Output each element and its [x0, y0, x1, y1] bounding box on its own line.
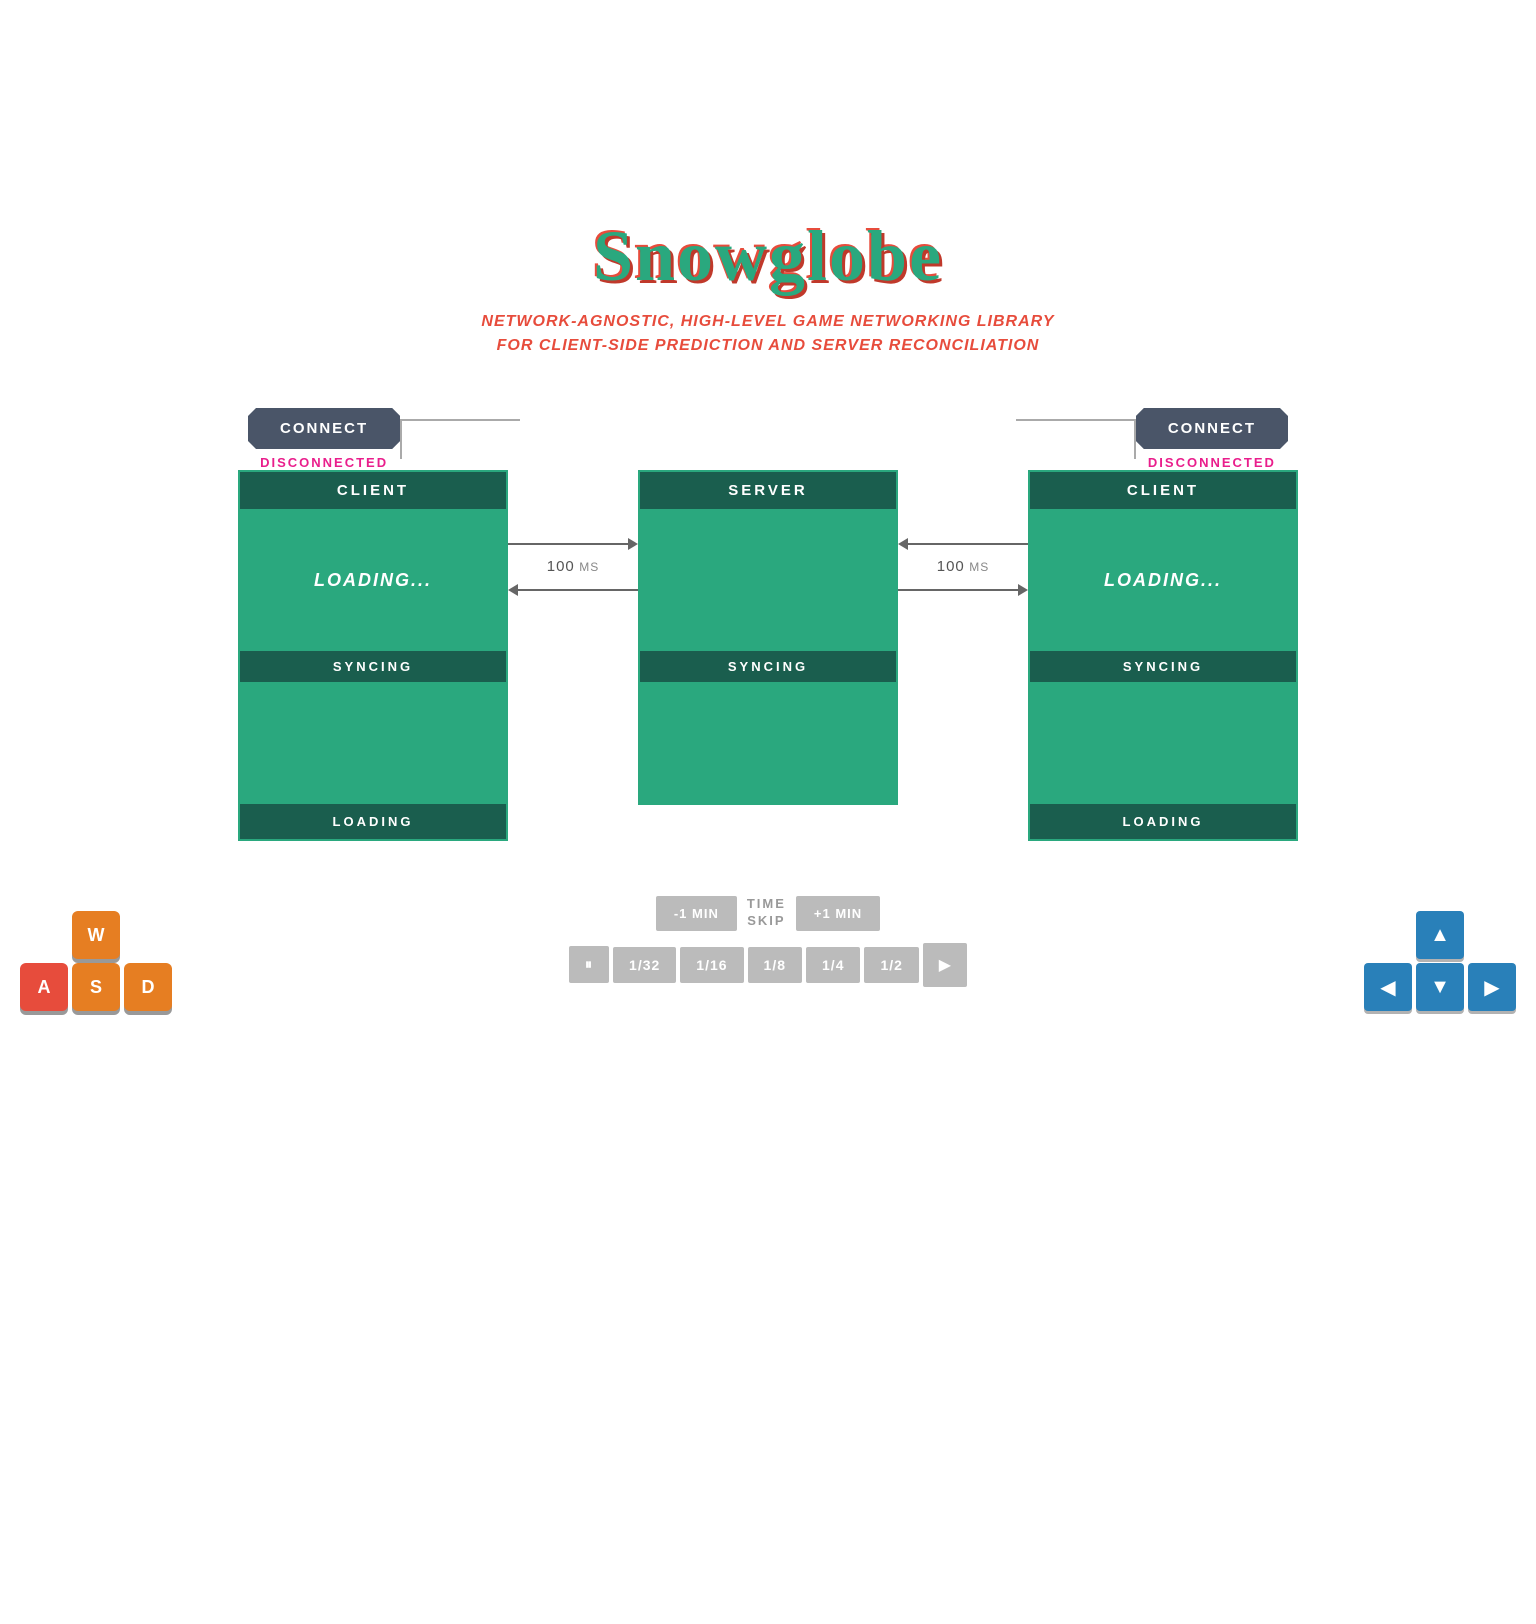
left-bracket — [400, 419, 460, 459]
right-conn-block: CONNECT DISCONNECTED — [1136, 408, 1288, 470]
down-key[interactable]: ▼ — [1416, 963, 1464, 1011]
pause-button[interactable]: ⏸ — [569, 946, 609, 983]
playback-row: ⏸ 1/32 1/16 1/8 1/4 1/2 ▶ — [569, 943, 967, 987]
controls-row: W A S D -1 MIN TIME SKIP +1 MIN — [0, 871, 1536, 1011]
right-ms-value: 100 — [937, 558, 965, 575]
play-icon: ▶ — [939, 955, 951, 975]
left-client-sync: SYNCING — [240, 650, 506, 683]
right-disconnected-status: DISCONNECTED — [1148, 455, 1276, 470]
right-arrow-left — [898, 538, 1028, 550]
right-arrowhead-l — [898, 538, 908, 550]
right-arrow-line-r — [898, 589, 1018, 591]
main-area: CONNECT DISCONNECTED CONNECT DISCONNECTE… — [0, 408, 1536, 1011]
wasd-keys: W A S D — [20, 911, 172, 1011]
left-connection-area: CONNECT DISCONNECTED — [238, 408, 638, 470]
right-client-loading: LOADING... — [1104, 570, 1222, 591]
up-key[interactable]: ▲ — [1416, 911, 1464, 959]
right-connect-button[interactable]: CONNECT — [1136, 408, 1288, 449]
center-controls: -1 MIN TIME SKIP +1 MIN ⏸ 1/32 1/16 1/8 … — [569, 896, 967, 987]
left-arrow-right — [508, 538, 638, 550]
left-arrow-line-l — [518, 589, 638, 591]
a-key[interactable]: A — [20, 963, 68, 1011]
plus-1-min-button[interactable]: +1 MIN — [796, 896, 880, 931]
left-ms-unit: MS — [579, 560, 599, 574]
right-client-header: CLIENT — [1030, 472, 1296, 510]
left-client-body-bottom — [240, 683, 506, 803]
w-key[interactable]: W — [72, 911, 120, 959]
speed-1-32-button[interactable]: 1/32 — [613, 947, 676, 983]
right-client-sync: SYNCING — [1030, 650, 1296, 683]
right-bracket — [1076, 419, 1136, 459]
right-network-connector: 100 MS — [898, 470, 1028, 604]
connection-row: CONNECT DISCONNECTED CONNECT DISCONNECTE… — [218, 408, 1318, 470]
left-arrow-line-r — [508, 543, 628, 545]
left-disconnected-status: DISCONNECTED — [260, 455, 388, 470]
time-skip-row: -1 MIN TIME SKIP +1 MIN — [656, 896, 880, 931]
left-connect-button[interactable]: CONNECT — [248, 408, 400, 449]
speed-1-16-button[interactable]: 1/16 — [680, 947, 743, 983]
right-client-body-bottom — [1030, 683, 1296, 803]
subtitle-line1: NETWORK-AGNOSTIC, HIGH-LEVEL GAME NETWOR… — [481, 310, 1054, 334]
left-client-body-top: LOADING... — [240, 510, 506, 650]
speed-1-4-button[interactable]: 1/4 — [806, 947, 860, 983]
subtitle-line2: FOR CLIENT-SIDE PREDICTION AND SERVER RE… — [481, 334, 1054, 358]
right-arrowhead-r — [1018, 584, 1028, 596]
wasd-top-row: W — [72, 911, 120, 959]
minus-1-min-button[interactable]: -1 MIN — [656, 896, 737, 931]
wasd-bottom-row: A S D — [20, 963, 172, 1011]
server-body-top — [640, 510, 896, 650]
left-ms-display: 100 MS — [547, 558, 599, 576]
right-client-body-top: LOADING... — [1030, 510, 1296, 650]
speed-1-8-button[interactable]: 1/8 — [748, 947, 802, 983]
panels-row: CLIENT LOADING... SYNCING LOADING 100 MS — [218, 470, 1318, 841]
time-skip-text-1: TIME — [747, 896, 786, 913]
main-title: Snowglobe — [481, 220, 1054, 292]
right-connection-area: CONNECT DISCONNECTED — [898, 408, 1298, 470]
left-arrow-left — [508, 584, 638, 596]
right-hline-pre — [1016, 419, 1076, 421]
left-client-header: CLIENT — [240, 472, 506, 510]
server-header: SERVER — [640, 472, 896, 510]
left-network-connector: 100 MS — [508, 470, 638, 604]
subtitle: NETWORK-AGNOSTIC, HIGH-LEVEL GAME NETWOR… — [481, 310, 1054, 358]
server-body-bottom — [640, 683, 896, 803]
title-section: Snowglobe NETWORK-AGNOSTIC, HIGH-LEVEL G… — [481, 220, 1054, 358]
speed-1-2-button[interactable]: 1/2 — [864, 947, 918, 983]
d-key[interactable]: D — [124, 963, 172, 1011]
dir-keys: ▲ ◀ ▼ ▶ — [1364, 911, 1516, 1011]
left-conn-block: CONNECT DISCONNECTED — [248, 408, 400, 470]
pause-icon: ⏸ — [585, 956, 593, 972]
server-sync: SYNCING — [640, 650, 896, 683]
dir-bottom-row: ◀ ▼ ▶ — [1364, 963, 1516, 1011]
right-key[interactable]: ▶ — [1468, 963, 1516, 1011]
right-ms-unit: MS — [969, 560, 989, 574]
left-arrowhead-l — [508, 584, 518, 596]
left-arrowhead-r — [628, 538, 638, 550]
time-skip-label: TIME SKIP — [747, 896, 786, 930]
left-client-loading: LOADING... — [314, 570, 432, 591]
left-hline — [460, 419, 520, 421]
right-client-panel: CLIENT LOADING... SYNCING LOADING — [1028, 470, 1298, 841]
left-key[interactable]: ◀ — [1364, 963, 1412, 1011]
server-panel: SERVER SYNCING — [638, 470, 898, 805]
right-arrow-right — [898, 584, 1028, 596]
left-ms-value: 100 — [547, 558, 575, 575]
left-client-panel: CLIENT LOADING... SYNCING LOADING — [238, 470, 508, 841]
s-key[interactable]: S — [72, 963, 120, 1011]
time-skip-text-2: SKIP — [747, 913, 786, 930]
left-client-footer: LOADING — [240, 803, 506, 839]
right-client-footer: LOADING — [1030, 803, 1296, 839]
dir-top-row: ▲ — [1416, 911, 1464, 959]
right-arrow-line-l — [908, 543, 1028, 545]
right-ms-display: 100 MS — [937, 558, 989, 576]
play-button[interactable]: ▶ — [923, 943, 967, 987]
